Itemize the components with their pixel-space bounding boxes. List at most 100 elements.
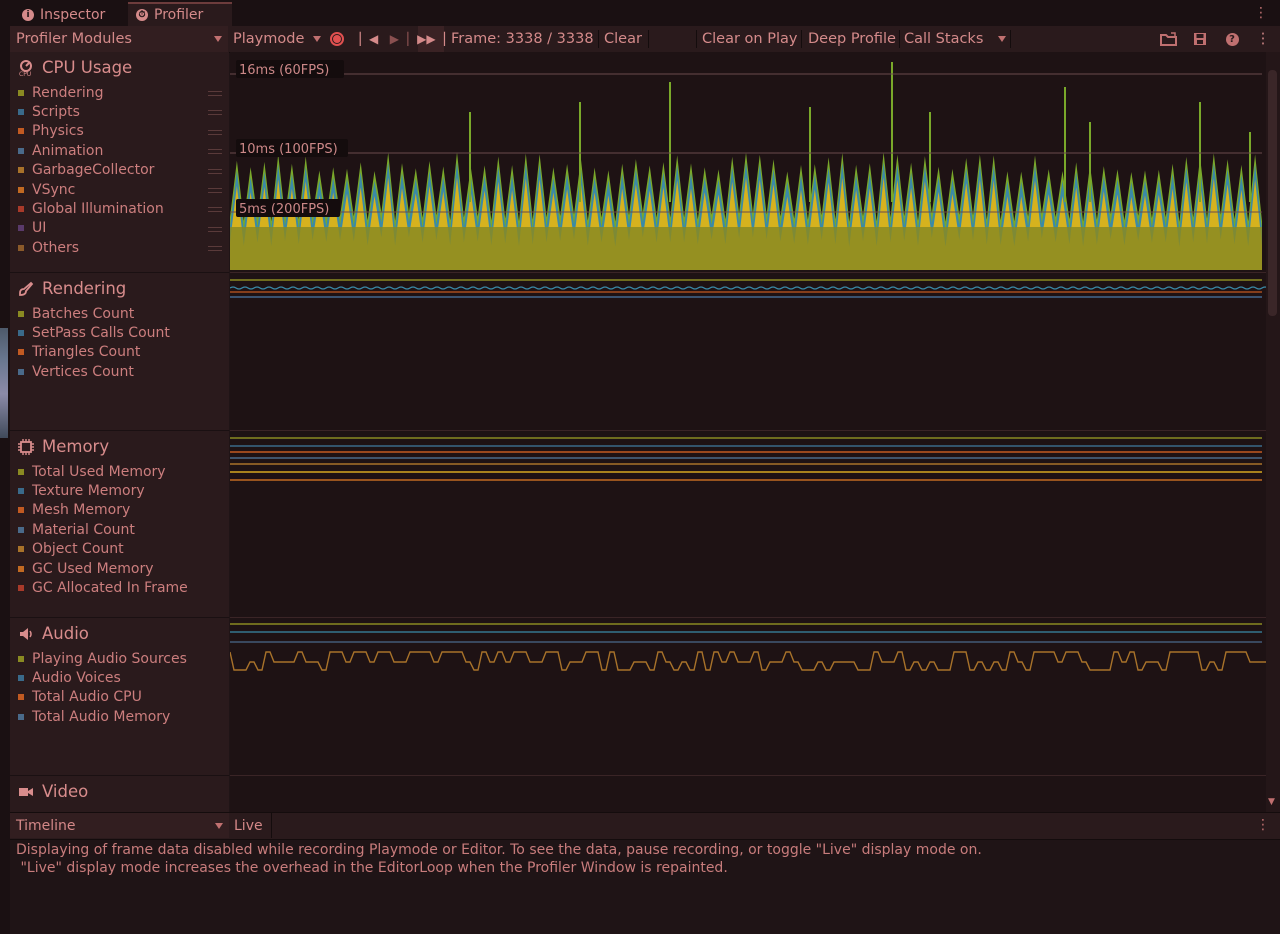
video-camera-icon — [19, 787, 33, 796]
series-toggle-texture-memory[interactable]: Texture Memory — [18, 481, 228, 500]
chart-divider — [230, 430, 1266, 431]
series-label: Material Count — [32, 521, 135, 538]
deep-profile-toggle[interactable]: Deep Profile — [808, 26, 896, 52]
series-toggle-ui[interactable]: UI — [18, 219, 228, 238]
tab-inspector[interactable]: i Inspector — [12, 4, 136, 26]
details-menu-kebab-icon[interactable]: ⋮ — [1256, 817, 1270, 833]
series-color-swatch — [18, 147, 24, 154]
series-color-swatch — [18, 167, 24, 174]
series-color-swatch — [18, 329, 24, 336]
module-audio[interactable]: Audio Playing Audio Sources Audio Voices T… — [10, 618, 229, 776]
series-toggle-physics[interactable]: Physics — [18, 122, 228, 141]
previous-frame-button[interactable]: ▏◀ — [360, 26, 378, 52]
series-toggle-audio-voices[interactable]: Audio Voices — [18, 668, 228, 687]
series-toggle-global-illumination[interactable]: Global Illumination — [18, 199, 228, 218]
record-button[interactable] — [325, 26, 349, 52]
series-toggle-garbagecollector[interactable]: GarbageCollector — [18, 161, 228, 180]
drag-handle-icon[interactable] — [208, 246, 222, 252]
module-video[interactable]: Video — [10, 776, 229, 812]
series-label: Rendering — [32, 84, 104, 101]
series-toggle-total-audio-cpu[interactable]: Total Audio CPU — [18, 688, 228, 707]
record-icon — [330, 32, 344, 46]
drag-handle-icon[interactable] — [208, 129, 222, 135]
save-icon — [1194, 33, 1206, 45]
series-label: Batches Count — [32, 305, 135, 322]
series-toggle-batches-count[interactable]: Batches Count — [18, 304, 228, 323]
series-label: Global Illumination — [32, 200, 164, 217]
series-color-swatch — [18, 225, 24, 232]
drag-handle-icon[interactable] — [208, 149, 222, 155]
drag-handle-icon[interactable] — [208, 207, 222, 213]
series-toggle-rendering[interactable]: Rendering — [18, 83, 228, 102]
scroll-down-arrow-icon[interactable]: ▼ — [1268, 797, 1275, 807]
profiler-charts-area[interactable]: 16ms (60FPS) 10ms (100FPS) 5ms (200FPS) — [230, 52, 1266, 812]
memory-chip-icon — [18, 438, 34, 455]
tab-profiler-label: Profiler — [154, 7, 204, 23]
adjacent-window-thumbnail — [0, 328, 8, 438]
clear-button[interactable]: Clear — [604, 26, 642, 52]
series-label: Animation — [32, 142, 104, 159]
series-toggle-triangles-count[interactable]: Triangles Count — [18, 343, 228, 362]
current-frame-button[interactable]: ▶▶▕ — [417, 26, 445, 52]
series-toggle-gc-used-memory[interactable]: GC Used Memory — [18, 559, 228, 578]
drag-handle-icon[interactable] — [208, 188, 222, 193]
module-memory[interactable]: Memory Total Used Memory Texture Memory Me… — [10, 431, 229, 618]
series-label: Triangles Count — [32, 344, 141, 361]
series-label: Playing Audio Sources — [32, 650, 187, 667]
toolbar-divider — [1010, 30, 1011, 48]
series-color-swatch — [18, 487, 24, 494]
load-profile-button[interactable] — [1158, 26, 1180, 52]
series-toggle-object-count[interactable]: Object Count — [18, 540, 228, 559]
series-toggle-scripts[interactable]: Scripts — [18, 102, 228, 121]
series-toggle-animation[interactable]: Animation — [18, 141, 228, 160]
live-toggle[interactable]: Live — [230, 813, 272, 838]
memory-title: Memory — [42, 437, 110, 456]
series-toggle-total-used-memory[interactable]: Total Used Memory — [18, 462, 228, 481]
series-toggle-material-count[interactable]: Material Count — [18, 520, 228, 539]
call-stacks-dropdown[interactable]: Call Stacks — [904, 26, 1010, 52]
series-label: Total Audio CPU — [32, 689, 142, 706]
series-toggle-total-audio-memory[interactable]: Total Audio Memory — [18, 707, 228, 726]
profiler-modules-list: CPU CPU Usage Rendering Scripts Physics Ani… — [10, 52, 229, 812]
scrollbar-thumb[interactable] — [1268, 70, 1277, 316]
drag-handle-icon[interactable] — [208, 110, 222, 116]
series-label: Physics — [32, 123, 84, 140]
save-profile-button[interactable] — [1190, 26, 1210, 52]
chevron-down-icon — [215, 823, 223, 829]
profiler-modules-dropdown[interactable]: Profiler Modules — [10, 26, 228, 52]
profiler-toolbar: Profiler Modules Playmode ▏◀ ▶▕ ▶▶▕ Fram… — [0, 26, 1280, 53]
tab-inspector-label: Inspector — [40, 7, 106, 23]
series-label: Audio Voices — [32, 669, 121, 686]
folder-open-icon — [1160, 32, 1177, 46]
series-toggle-setpass-calls-count[interactable]: SetPass Calls Count — [18, 323, 228, 342]
profiler-modules-label: Profiler Modules — [16, 31, 132, 47]
series-label: Object Count — [32, 541, 124, 558]
cpu-icon: CPU — [19, 59, 32, 76]
series-color-swatch — [18, 694, 24, 701]
message-line: "Live" display mode increases the overhe… — [16, 859, 728, 876]
drag-handle-icon[interactable] — [208, 91, 222, 96]
details-view-dropdown[interactable]: Timeline — [10, 813, 229, 838]
series-toggle-gc-allocated-in-frame[interactable]: GC Allocated In Frame — [18, 578, 228, 597]
chevron-down-icon — [998, 36, 1006, 42]
window-menu-kebab-icon[interactable]: ⋮ — [1254, 5, 1268, 21]
toolbar-divider — [801, 30, 802, 48]
series-toggle-playing-audio-sources[interactable]: Playing Audio Sources — [18, 649, 228, 668]
help-button[interactable]: ? — [1222, 26, 1242, 52]
drag-handle-icon[interactable] — [208, 226, 222, 232]
series-color-swatch — [18, 89, 24, 96]
drag-handle-icon[interactable] — [208, 168, 222, 174]
series-toggle-others[interactable]: Others — [18, 238, 228, 257]
next-frame-button[interactable]: ▶▕ — [390, 26, 408, 52]
series-toggle-mesh-memory[interactable]: Mesh Memory — [18, 501, 228, 520]
toolbar-menu-kebab-icon[interactable]: ⋮ — [1256, 26, 1271, 52]
profiler-charts-svg: 16ms (60FPS) 10ms (100FPS) 5ms (200FPS) — [230, 60, 1266, 671]
module-rendering[interactable]: Rendering Batches Count SetPass Calls Cou… — [10, 273, 229, 431]
module-cpu-usage[interactable]: CPU CPU Usage Rendering Scripts Physics Ani… — [10, 52, 229, 273]
tab-profiler[interactable]: ⏱ Profiler — [128, 2, 232, 26]
series-color-swatch — [18, 349, 24, 356]
series-toggle-vsync[interactable]: VSync — [18, 180, 228, 199]
series-toggle-vertices-count[interactable]: Vertices Count — [18, 362, 228, 381]
clear-on-play-toggle[interactable]: Clear on Play — [702, 26, 797, 52]
playmode-dropdown[interactable]: Playmode — [229, 26, 325, 52]
